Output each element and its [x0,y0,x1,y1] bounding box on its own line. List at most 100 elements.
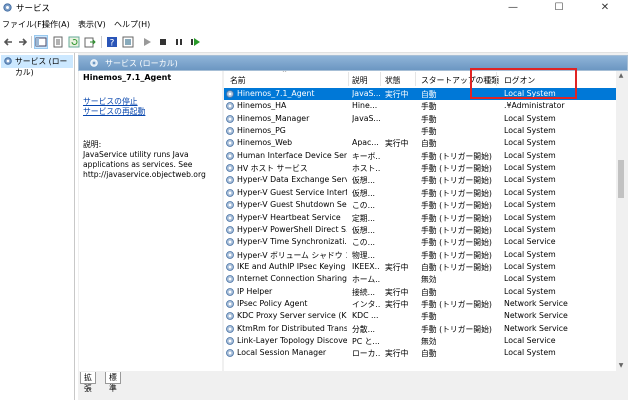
service-logon: Local System [504,187,556,197]
tree-node-services-local[interactable]: サービス (ローカル) [1,55,73,77]
service-startup-type: 手動 (トリガー開始) [421,299,492,309]
service-gear-icon [226,337,234,345]
menu-help[interactable]: ヘルプ(H) [114,19,150,30]
column-header-status[interactable]: 状態 [385,75,401,86]
sort-arrow-icon: ^ [282,71,288,77]
menu-view[interactable]: 表示(V) [78,19,106,30]
service-row[interactable]: Link-Layer Topology Discove... PC と... 無効 L… [224,335,616,347]
start-service-icon[interactable] [141,36,153,48]
service-row[interactable]: HV ホスト サービス ホスト... 手動 (トリガー開始) Local System [224,162,616,174]
services-list: ^ 名前 説明 状態 スタートアップの種類 ログオン Hinemos_7.1_A… [224,71,616,371]
refresh-icon[interactable] [68,36,80,48]
column-header-name[interactable]: 名前 [230,75,246,86]
service-row[interactable]: IPsec Policy Agent インタ... 実行中 手動 (トリガー開始) Ne… [224,298,616,310]
service-gear-icon [226,90,234,98]
help-icon[interactable]: ? [106,36,118,48]
service-name: Hinemos_Web [237,138,293,148]
service-logon: Network Service [504,311,568,321]
service-name: Local Session Manager [237,348,327,358]
service-row[interactable]: Hyper-V PowerShell Direct S... 仮想... 手動 (ト… [224,224,616,236]
service-row[interactable]: Hyper-V Data Exchange Serv... 仮想... 手動 (トリ… [224,174,616,186]
service-logon: Local System [504,261,556,271]
service-gear-icon [226,102,234,111]
properties-icon[interactable] [52,36,64,48]
service-logon: Local System [504,274,556,284]
service-gear-icon [226,300,234,308]
toolbar-separator [101,36,102,48]
service-row[interactable]: IP Helper 接続... 実行中 自動 Local System [224,286,616,298]
service-startup-type: 自動 [421,287,437,297]
console-tree-icon[interactable] [34,35,48,49]
service-name: Human Interface Device Serv... [237,150,347,160]
column-divider[interactable] [348,72,349,86]
service-logon: Local Service [504,237,556,247]
service-startup-type: 手動 [421,127,437,137]
service-row[interactable]: Hyper-V ボリューム シャドウ コピ... 物理... 手動 (トリガー開始)… [224,249,616,261]
forward-arrow-icon[interactable] [17,36,29,48]
service-startup-type: 手動 (トリガー開始) [421,324,492,334]
service-row[interactable]: KDC Proxy Server service (KPS) KDC ... 手動 N… [224,310,616,322]
vertical-scrollbar[interactable]: ▲ ▼ [616,71,626,371]
service-name: Link-Layer Topology Discove... [237,336,347,345]
service-row[interactable]: Internet Connection Sharing... ホーム... 無効 Lo… [224,273,616,285]
scroll-up-arrow-icon[interactable]: ▲ [617,72,625,80]
service-logon: Local System [504,348,556,358]
toolbar: ? [0,32,628,53]
menu-action[interactable]: 操作(A) [42,19,70,30]
service-logon: Network Service [504,298,568,308]
column-divider[interactable] [415,72,416,86]
tab-standard[interactable]: 標準 [105,372,121,393]
service-startup-type: 自動 [421,349,437,359]
service-row[interactable]: Hyper-V Guest Service Interf... 仮想... 手動 (… [224,187,616,199]
service-description: ホスト... [352,164,380,174]
service-row[interactable]: Local Session Manager ローカ... 実行中 自動 Local Sy… [224,347,616,359]
service-gear-icon [226,139,234,148]
service-logon: Local System [504,126,556,136]
minimize-button[interactable]: — [490,0,536,16]
service-status: 実行中 [385,90,409,99]
service-row[interactable]: Hyper-V Heartbeat Service 定期... 手動 (トリガー開始… [224,212,616,224]
service-row[interactable]: Hinemos_HA Hine... 手動 .¥Administrator [224,100,616,112]
close-button[interactable]: ✕ [582,0,628,16]
service-logon: Local System [504,286,556,296]
service-row[interactable]: KtmRm for Distributed Trans... 分散... 手動 (ト… [224,323,616,335]
menu-file[interactable]: ファイル(F) [2,19,45,30]
description-text: JavaService utility runs Java applicatio… [83,150,206,179]
maximize-button[interactable]: ☐ [536,0,582,16]
stop-service-icon[interactable] [157,36,169,48]
service-row[interactable]: Hinemos_Web Apac... 実行中 自動 Local System [224,137,616,149]
service-gear-icon [226,176,234,185]
tree-node-label: サービス (ローカル) [15,57,68,77]
service-startup-type: 手動 [421,312,437,322]
service-row[interactable]: IKE and AuthIP IPsec Keying ... IKEEX... 実… [224,261,616,273]
restart-service-icon[interactable] [189,36,201,48]
export-list-icon[interactable] [84,36,96,48]
service-description: Hine... [352,101,378,111]
service-row[interactable]: Hyper-V Guest Shutdown Se... この... 手動 (トリガ… [224,199,616,211]
service-description: 仮想... [352,188,376,198]
back-arrow-icon[interactable] [2,36,14,48]
service-row[interactable]: Hinemos_Manager JavaS... 手動 Local System [224,113,616,125]
service-gear-icon [226,164,234,173]
service-name: IP Helper [237,286,273,296]
scroll-thumb[interactable] [618,160,624,198]
service-gear-icon [226,312,234,321]
column-divider[interactable] [380,72,381,86]
pause-service-icon[interactable] [173,36,185,48]
service-row[interactable]: Hyper-V Time Synchronizati... この... 手動 (トリ… [224,236,616,248]
service-row[interactable]: Hinemos_PG 手動 Local System [224,125,616,137]
service-startup-type: 手動 (トリガー開始) [421,188,492,198]
service-description: 物理... [352,250,376,260]
tab-extended[interactable]: 拡張 [80,372,96,393]
service-startup-type: 無効 [421,337,437,346]
services-gear-icon [4,57,12,65]
restart-service-link[interactable]: サービスの再起動 [83,106,145,117]
column-header-description[interactable]: 説明 [352,75,368,86]
description-panel: Hinemos_7.1_Agent サービスの停止 サービスの再起動 説明: J… [79,71,222,371]
view-icon[interactable] [122,36,134,48]
service-startup-type: 手動 [421,102,437,112]
service-row[interactable]: Human Interface Device Serv... キーボ... 手動 (… [224,150,616,162]
toolbar-separator [31,36,32,48]
scroll-down-arrow-icon[interactable]: ▼ [617,362,625,370]
service-logon: Local System [504,113,556,123]
